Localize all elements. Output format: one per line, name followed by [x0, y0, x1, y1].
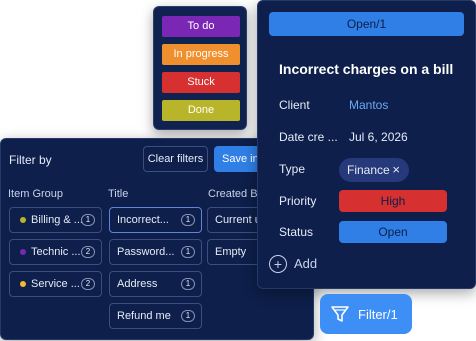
plus-circle-icon: + [269, 255, 287, 273]
stage: To do In progress Stuck Done Filter by C… [0, 0, 476, 341]
filter-chip-title[interactable]: Refund me 1 [109, 303, 202, 329]
chip-count: 1 [181, 278, 195, 290]
chip-label: Address [117, 278, 158, 290]
filter-icon [330, 304, 350, 327]
field-label-type: Type [279, 162, 306, 176]
chip-count: 2 [81, 246, 95, 258]
chip-label: Service ... [31, 278, 80, 290]
filter-chip-item-group[interactable]: Billing & ... 1 [9, 207, 102, 233]
status-option-stuck[interactable]: Stuck [162, 72, 240, 93]
filter-panel-title: Filter by [9, 153, 52, 167]
status-count-button[interactable]: Open/1 [269, 12, 464, 36]
status-options-popup: To do In progress Stuck Done [153, 6, 247, 130]
group-color-dot [20, 249, 26, 255]
type-chip-label: Finance [347, 163, 390, 177]
status-pill[interactable]: Open [339, 221, 447, 243]
filter-chip-title[interactable]: Password... 1 [109, 239, 202, 265]
status-option-todo[interactable]: To do [162, 16, 240, 37]
chip-count: 1 [81, 214, 95, 226]
group-color-dot [20, 281, 26, 287]
column-header-item-group: Item Group [8, 188, 64, 200]
column-header-title: Title [108, 188, 129, 200]
item-title: Incorrect charges on a bill [279, 61, 454, 77]
group-color-dot [20, 217, 26, 223]
status-option-in-progress[interactable]: In progress [162, 44, 240, 65]
date-created-value: Jul 6, 2026 [349, 130, 408, 144]
chip-count: 2 [81, 278, 95, 290]
chip-label: Password... [117, 246, 175, 258]
chip-label: Technic ... [31, 246, 81, 258]
field-label-date-created: Date cre ... [279, 130, 338, 144]
chip-count: 1 [181, 310, 195, 322]
filter-button-label: Filter/1 [358, 307, 398, 322]
filter-chip-item-group[interactable]: Technic ... 2 [9, 239, 102, 265]
client-link[interactable]: Mantos [349, 98, 388, 112]
close-icon[interactable]: × [392, 158, 400, 182]
field-label-priority: Priority [279, 194, 317, 208]
filter-chip-title-selected[interactable]: Incorrect... 1 [109, 207, 202, 233]
item-detail-panel: Open/1 Incorrect charges on a bill Clien… [257, 0, 476, 289]
clear-filters-button[interactable]: Clear filters [143, 146, 208, 172]
filter-chip-item-group[interactable]: Service ... 2 [9, 271, 102, 297]
status-option-done[interactable]: Done [162, 100, 240, 121]
field-label-status: Status [279, 225, 314, 239]
chip-label: Incorrect... [117, 214, 169, 226]
field-label-client: Client [279, 98, 310, 112]
chip-label: Refund me [117, 310, 171, 322]
chip-label: Empty [215, 246, 247, 258]
filter-button[interactable]: Filter/1 [320, 294, 412, 334]
chip-label: Billing & ... [31, 214, 83, 226]
chip-count: 1 [181, 246, 195, 258]
priority-pill[interactable]: High [339, 190, 447, 212]
type-chip: Finance × [339, 158, 409, 182]
filter-chip-title[interactable]: Address 1 [109, 271, 202, 297]
column-header-created-by: Created By [208, 188, 264, 200]
add-label: Add [294, 256, 318, 271]
chip-count: 1 [181, 214, 195, 226]
